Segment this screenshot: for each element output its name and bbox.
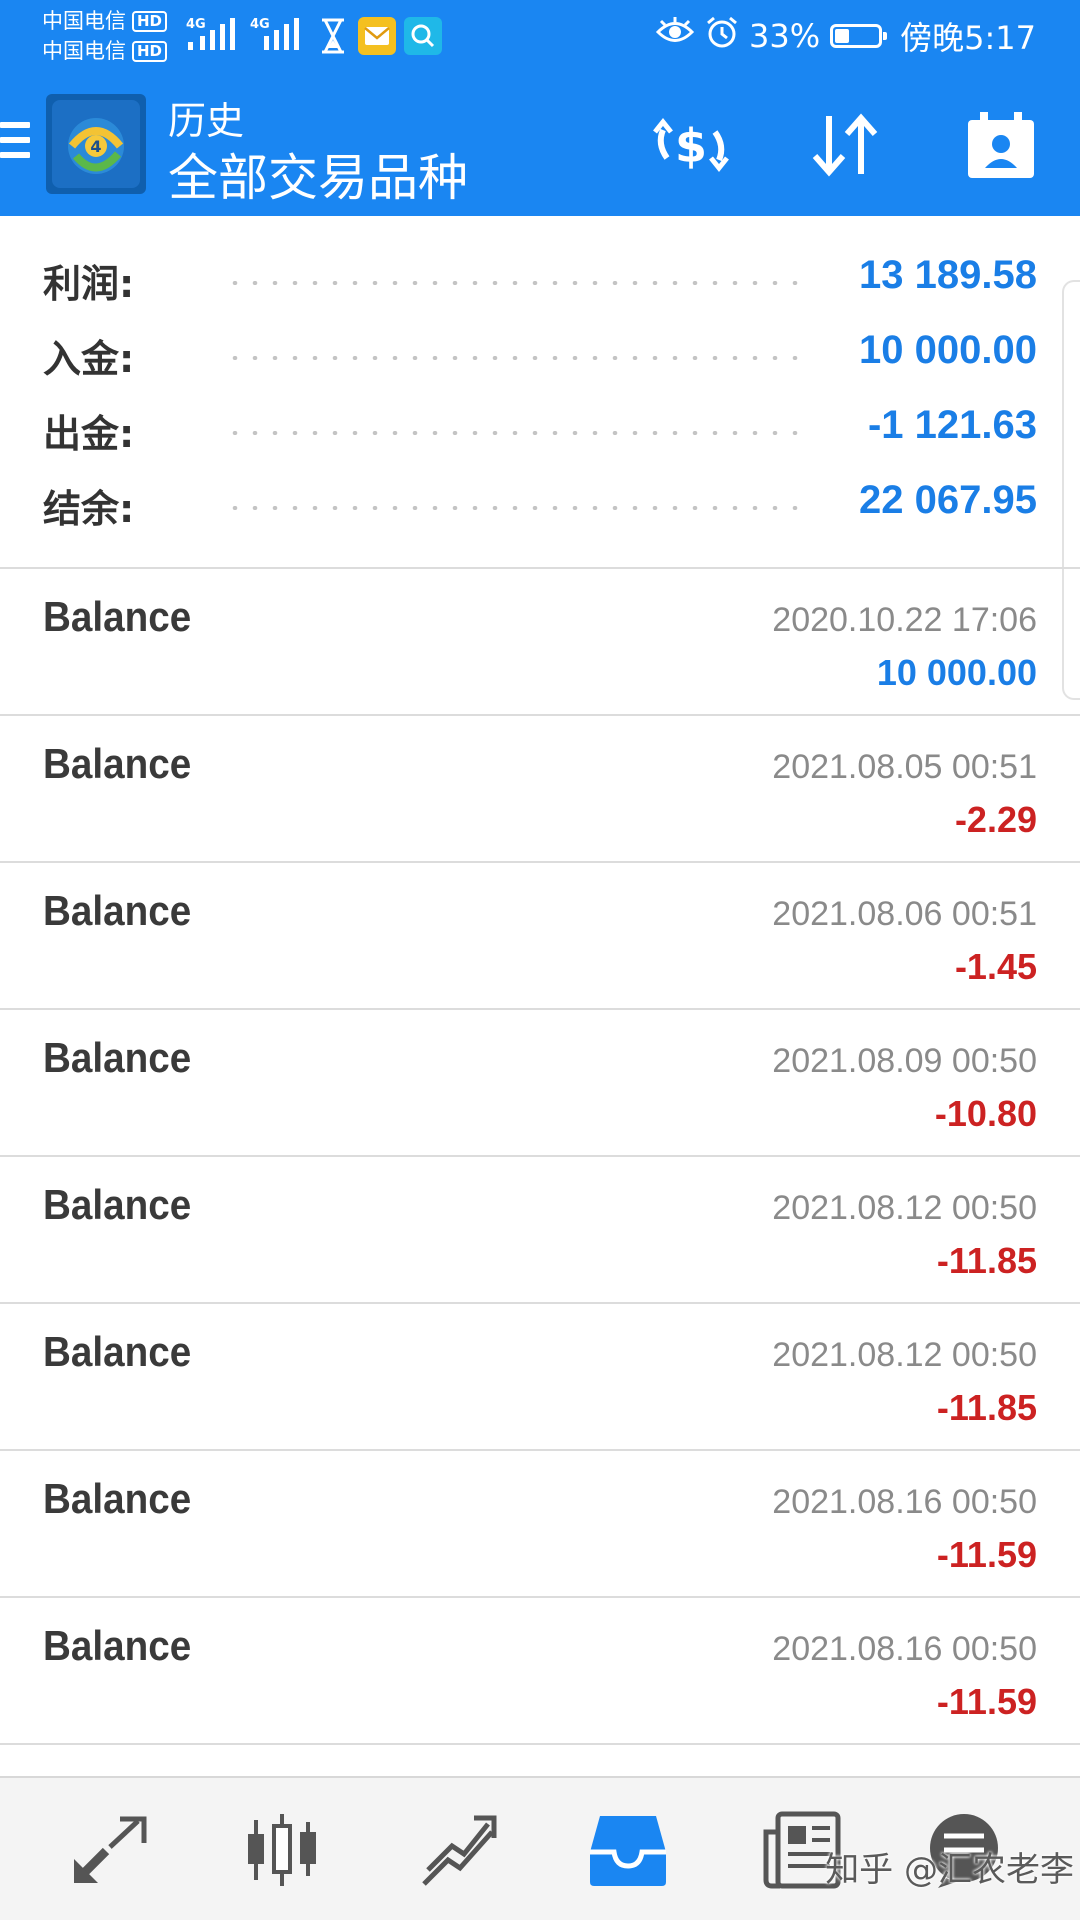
history-time: 2021.08.16 00:50	[772, 1483, 1037, 1521]
dotted-leader	[225, 431, 810, 435]
history-row[interactable]: Balance 2021.08.16 00:50 -11.59	[0, 1598, 1080, 1745]
summary-row-deposit: 入金: 10 000.00	[0, 318, 1080, 393]
battery-level	[835, 29, 850, 43]
history-amount: -2.29	[954, 799, 1037, 840]
summary-value: 13 189.58	[859, 253, 1037, 297]
history-amount: -10.80	[934, 1093, 1037, 1134]
history-row[interactable]: Balance 2020.10.22 17:06 10 000.00	[0, 569, 1080, 716]
hourglass-icon	[318, 18, 348, 58]
summary-label: 出金:	[43, 412, 135, 456]
chart-icon[interactable]	[232, 1800, 332, 1900]
summary-value: 10 000.00	[859, 328, 1037, 372]
history-list[interactable]: Balance 2020.10.22 17:06 10 000.00 Balance 2…	[0, 569, 1080, 1745]
history-row[interactable]: Balance 2021.08.09 00:50 -10.80	[0, 1010, 1080, 1157]
history-time: 2021.08.12 00:50	[772, 1336, 1037, 1374]
history-title: Balance	[43, 740, 192, 787]
history-row[interactable]: Balance 2021.08.05 00:51 -2.29	[0, 716, 1080, 863]
status-right-group: 33% 傍晚5:17	[655, 14, 1036, 58]
dotted-leader	[225, 356, 810, 360]
summary-value: 22 067.95	[859, 478, 1037, 522]
currency-exchange-icon[interactable]: $	[646, 100, 736, 190]
carrier-info: 中国电信 HD 中国电信 HD	[42, 6, 168, 66]
svg-text:$: $	[675, 119, 707, 173]
history-amount: -11.59	[936, 1681, 1037, 1722]
clock: 傍晚5:17	[900, 19, 1036, 57]
history-row[interactable]: Balance 2021.08.12 00:50 -11.85	[0, 1157, 1080, 1304]
signal-icon-1: 4G	[186, 12, 242, 60]
battery-percent: 33%	[749, 17, 821, 55]
history-title: Balance	[43, 1328, 192, 1375]
history-time: 2021.08.16 00:50	[772, 1630, 1037, 1668]
history-title: Balance	[43, 593, 192, 640]
hd-badge-1: HD	[132, 10, 168, 32]
page-subtitle: 历史	[168, 99, 245, 143]
bottom-navigation: 知乎 @汇农老李	[0, 1776, 1080, 1920]
carrier-name-1: 中国电信	[42, 9, 126, 33]
summary-row-profit: 利润: 13 189.58	[0, 243, 1080, 318]
history-amount: -11.85	[936, 1240, 1037, 1281]
quotes-icon[interactable]	[60, 1800, 160, 1900]
summary-label: 利润:	[43, 262, 135, 306]
history-icon[interactable]	[578, 1800, 678, 1900]
metatrader-logo: 4	[46, 94, 146, 194]
alarm-icon	[705, 15, 739, 57]
history-time: 2021.08.06 00:51	[772, 895, 1037, 933]
history-title: Balance	[43, 1622, 192, 1669]
sort-icon[interactable]	[800, 100, 890, 190]
history-amount: 10 000.00	[876, 652, 1037, 693]
app-bar: 4 历史 全部交易品种 $	[0, 72, 1080, 216]
carrier-name-2: 中国电信	[42, 39, 126, 63]
dotted-leader	[225, 506, 810, 510]
history-amount: -11.85	[936, 1387, 1037, 1428]
history-row[interactable]: Balance 2021.08.12 00:50 -11.85	[0, 1304, 1080, 1451]
trade-icon[interactable]	[408, 1800, 508, 1900]
history-title: Balance	[43, 1034, 192, 1081]
watermark: 知乎 @汇农老李	[825, 1850, 1074, 1890]
summary-panel: 利润: 13 189.58 入金: 10 000.00 出金: -1 121.6…	[0, 216, 1080, 568]
history-time: 2020.10.22 17:06	[772, 601, 1037, 639]
mail-notification-icon	[358, 17, 396, 55]
history-time: 2021.08.09 00:50	[772, 1042, 1037, 1080]
history-time: 2021.08.12 00:50	[772, 1189, 1037, 1227]
network-type-2: 4G	[250, 17, 270, 32]
history-row[interactable]: Balance 2021.08.16 00:50 -11.59	[0, 1451, 1080, 1598]
search-notification-icon	[404, 17, 442, 55]
eye-comfort-icon	[655, 17, 695, 55]
summary-row-withdrawal: 出金: -1 121.63	[0, 393, 1080, 468]
history-amount: -1.45	[954, 946, 1037, 987]
calendar-contact-icon[interactable]	[956, 100, 1046, 190]
network-type-1: 4G	[186, 17, 206, 32]
status-bar: 中国电信 HD 中国电信 HD 4G 4G 33% 傍晚5:17	[0, 0, 1080, 72]
page-title[interactable]: 全部交易品种	[168, 138, 468, 210]
svg-text:4: 4	[90, 137, 101, 156]
history-title: Balance	[43, 1475, 192, 1522]
summary-row-balance: 结余: 22 067.95	[0, 468, 1080, 543]
battery-icon	[830, 24, 888, 48]
summary-value: -1 121.63	[867, 403, 1037, 447]
history-time: 2021.08.05 00:51	[772, 748, 1037, 786]
history-title: Balance	[43, 1181, 192, 1228]
dotted-leader	[225, 281, 810, 285]
signal-icon-2: 4G	[250, 12, 306, 60]
history-row[interactable]: Balance 2021.08.06 00:51 -1.45	[0, 863, 1080, 1010]
history-title: Balance	[43, 887, 192, 934]
summary-label: 入金:	[43, 337, 135, 381]
hd-badge-2: HD	[132, 40, 168, 62]
summary-label: 结余:	[43, 487, 135, 531]
history-amount: -11.59	[936, 1534, 1037, 1575]
menu-icon[interactable]	[0, 122, 30, 166]
